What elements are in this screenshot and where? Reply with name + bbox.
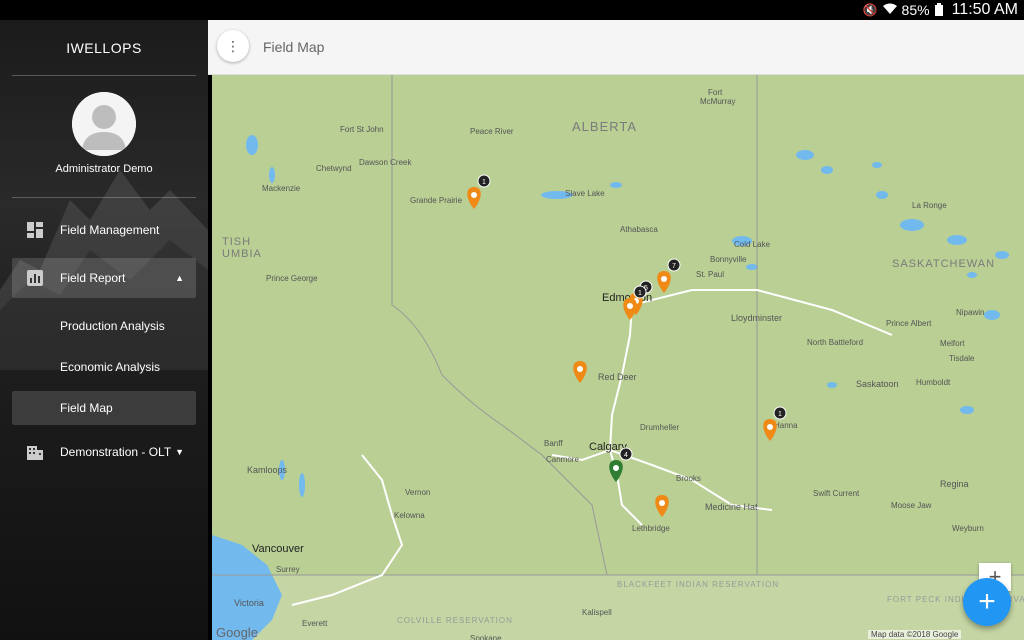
city-label: North Battleford [807, 338, 863, 347]
sidebar-subitem-economic-analysis[interactable]: Economic Analysis [12, 350, 196, 384]
city-label: Dawson Creek [359, 158, 412, 167]
city-label: Vancouver [252, 543, 304, 555]
dashboard-icon [26, 221, 44, 239]
avatar[interactable] [72, 92, 136, 156]
cluster-count: 1 [482, 179, 486, 186]
sidebar-item-label: Field Report [60, 271, 126, 285]
battery-icon [934, 2, 943, 18]
city-label: Nipawin [956, 308, 984, 317]
page-title: Field Map [263, 39, 325, 55]
more-menu-button[interactable]: ⋮ [217, 30, 249, 62]
sidebar: IWELLOPS Administrator Demo Field Manage… [0, 20, 208, 640]
city-label: Melfort [940, 339, 965, 348]
chevron-down-icon: ▼ [175, 447, 184, 457]
google-logo: Google [216, 625, 258, 640]
city-label: St. Paul [696, 270, 724, 279]
city-label: Kelowna [394, 511, 425, 520]
app-bar: ⋮ Field Map [208, 20, 1024, 75]
status-time: 11:50 AM [951, 1, 1018, 18]
battery-percent: 85% [901, 2, 930, 18]
app-title: IWELLOPS [66, 40, 142, 56]
city-label: Saskatoon [856, 379, 899, 389]
sidebar-item-label: Demonstration - OLT [60, 445, 172, 459]
city-label: Lloydminster [731, 313, 782, 323]
username: Administrator Demo [55, 163, 153, 175]
wifi-icon [882, 3, 897, 17]
cluster-count: 4 [624, 452, 628, 459]
add-icon: + [978, 585, 996, 618]
city-label: Humboldt [916, 378, 951, 387]
divider [12, 75, 196, 76]
sidebar-subitem-field-map[interactable]: Field Map [12, 391, 196, 425]
cluster-count: 7 [672, 263, 676, 270]
sidebar-item-field-management[interactable]: Field Management [12, 210, 196, 250]
chevron-up-icon: ▲ [175, 273, 184, 283]
city-label: Victoria [234, 598, 264, 608]
city-label: Lethbridge [632, 524, 670, 533]
city-label: Chetwynd [316, 164, 352, 173]
city-label: Brooks [676, 474, 701, 483]
city-label: Spokane [470, 634, 502, 640]
city-label: Bonnyville [710, 255, 747, 264]
city-label: Hanna [774, 421, 798, 430]
cluster-count: 1 [778, 411, 782, 418]
city-label: Surrey [276, 565, 300, 574]
city-label: Red Deer [598, 372, 637, 382]
city-label: Vernon [405, 488, 430, 497]
province-label: ALBERTA [572, 119, 637, 134]
sidebar-item-field-report[interactable]: Field Report ▲ [12, 258, 196, 298]
map-land [212, 75, 1024, 640]
city-label: Everett [302, 619, 328, 628]
city-label: Kalispell [582, 608, 612, 617]
city-label: Mackenzie [262, 184, 301, 193]
field-map[interactable]: ALBERTA SASKATCHEWAN TISH UMBIA BLACKFEET IN… [212, 75, 1024, 640]
city-label: Kamloops [247, 465, 288, 475]
city-label: Fort St John [340, 125, 384, 134]
city-label: Swift Current [813, 489, 860, 498]
city-label: Moose Jaw [891, 501, 932, 510]
status-bar: 🔇 85% 11:50 AM [0, 0, 1024, 20]
city-label: Weyburn [952, 524, 984, 533]
city-label: Slave Lake [565, 189, 605, 198]
city-label: Prince George [266, 274, 318, 283]
city-label: Cold Lake [734, 240, 771, 249]
city-label: Regina [940, 479, 969, 489]
reservation-label: BLACKFEET INDIAN RESERVATION [617, 580, 779, 589]
sidebar-subitem-label: Economic Analysis [60, 360, 161, 374]
map-attribution[interactable]: Map data ©2018 Google [868, 630, 962, 639]
sidebar-item-label: Field Management [60, 223, 160, 237]
map-canvas[interactable]: ALBERTASASKATCHEWANTISH UMBIABLACKFEET IN… [212, 75, 1024, 640]
cluster-count: 1 [638, 290, 642, 297]
city-label: Banff [544, 439, 563, 448]
bar-chart-icon [26, 269, 44, 287]
building-icon [26, 443, 44, 461]
sidebar-subitem-label: Field Map [60, 401, 113, 415]
city-label: Tisdale [949, 354, 975, 363]
city-label: Grande Prairie [410, 196, 463, 205]
reservation-label: COLVILLE RESERVATION [397, 616, 513, 625]
city-label: La Ronge [912, 201, 947, 210]
sidebar-subitem-production-analysis[interactable]: Production Analysis [12, 309, 196, 343]
city-label: Medicine Hat [705, 502, 758, 512]
city-label: Drumheller [640, 423, 679, 432]
sidebar-item-demonstration-olt[interactable]: Demonstration - OLT ▼ [12, 432, 196, 472]
divider [12, 197, 196, 198]
city-label: Peace River [470, 127, 514, 136]
province-label: SASKATCHEWAN [892, 258, 995, 270]
status-icons: 🔇 85% 11:50 AM [863, 0, 1018, 20]
city-label: Canmore [546, 455, 579, 464]
city-label: Athabasca [620, 225, 658, 234]
sidebar-subitem-label: Production Analysis [60, 319, 165, 333]
add-fab-button[interactable]: + [963, 578, 1011, 626]
city-label: Prince Albert [886, 319, 932, 328]
mute-icon: 🔇 [862, 3, 878, 17]
more-vert-icon: ⋮ [226, 37, 240, 54]
user-icon [72, 92, 136, 156]
